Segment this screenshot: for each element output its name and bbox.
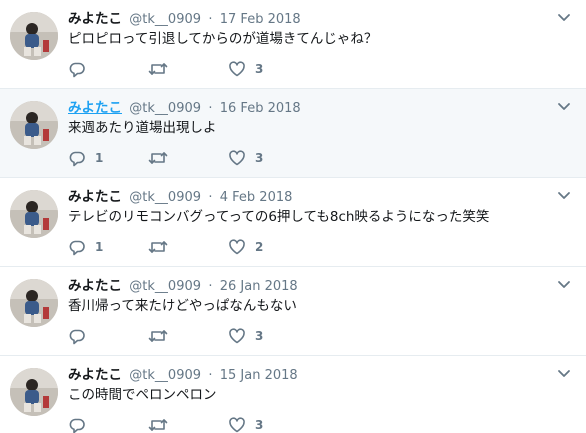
user-handle[interactable]: @tk__0909 [129, 279, 201, 294]
display-name[interactable]: みよたこ [68, 278, 122, 294]
tweet[interactable]: みよたこ @tk__0909 · 15 Jan 2018 この時間でペロンペロン… [0, 356, 586, 433]
like-button[interactable]: 3 [228, 58, 263, 80]
separator-dot: · [208, 12, 213, 27]
retweet-button[interactable] [148, 325, 177, 347]
reply-button[interactable]: 1 [68, 236, 103, 258]
user-handle[interactable]: @tk__0909 [129, 101, 201, 116]
heart-icon [229, 61, 245, 77]
retweet-button[interactable] [148, 414, 177, 433]
reply-count: 1 [95, 151, 104, 165]
tweet-actions: 1 3 [68, 147, 298, 169]
like-button[interactable]: 3 [228, 147, 263, 169]
chevron-down-icon[interactable] [556, 279, 572, 291]
avatar[interactable] [10, 190, 58, 238]
tweet-text: 来週あたり道場出現しよ [68, 120, 217, 136]
like-button[interactable]: 2 [228, 236, 263, 258]
tweet-date[interactable]: 26 Jan 2018 [220, 279, 298, 294]
display-name[interactable]: みよたこ [68, 100, 122, 116]
tweet-header: みよたこ @tk__0909 · 17 Feb 2018 [68, 10, 301, 29]
avatar[interactable] [10, 12, 58, 60]
tweet-timeline: みよたこ @tk__0909 · 17 Feb 2018 ピロピロって引退してか… [0, 0, 586, 433]
tweet-date[interactable]: 16 Feb 2018 [220, 101, 301, 116]
like-count: 3 [255, 418, 264, 432]
retweet-button[interactable] [148, 236, 177, 258]
retweet-button[interactable] [148, 58, 177, 80]
tweet-text: テレビのリモコンバグってっての6押しても8ch映るようになった笑笑 [68, 209, 490, 225]
like-button[interactable]: 3 [228, 414, 263, 433]
heart-icon [229, 150, 245, 166]
chevron-down-icon[interactable] [556, 12, 572, 24]
like-count: 3 [255, 151, 264, 165]
user-handle[interactable]: @tk__0909 [129, 190, 201, 205]
tweet[interactable]: みよたこ @tk__0909 · 17 Feb 2018 ピロピロって引退してか… [0, 0, 586, 89]
separator-dot: · [208, 368, 213, 383]
like-count: 2 [255, 240, 264, 254]
chevron-down-icon[interactable] [556, 190, 572, 202]
retweet-icon [148, 330, 168, 342]
tweet-actions: 3 [68, 414, 298, 433]
tweet-header: みよたこ @tk__0909 · 26 Jan 2018 [68, 277, 298, 296]
retweet-icon [148, 63, 168, 75]
display-name[interactable]: みよたこ [68, 367, 122, 383]
heart-icon [229, 239, 245, 255]
reply-button[interactable] [68, 325, 95, 347]
display-name[interactable]: みよたこ [68, 189, 122, 205]
tweet-text: ピロピロって引退してからのが道場きてんじゃね？ [68, 31, 378, 47]
like-count: 3 [255, 62, 264, 76]
retweet-icon [148, 419, 168, 431]
like-count: 3 [255, 329, 264, 343]
reply-icon [69, 240, 85, 256]
retweet-icon [148, 152, 168, 164]
user-handle[interactable]: @tk__0909 [129, 368, 201, 383]
reply-icon [69, 62, 85, 78]
reply-icon [69, 418, 85, 433]
avatar[interactable] [10, 368, 58, 416]
reply-icon [69, 151, 85, 167]
tweet-date[interactable]: 4 Feb 2018 [220, 190, 293, 205]
tweet[interactable]: みよたこ @tk__0909 · 16 Feb 2018 来週あたり道場出現しよ… [0, 89, 586, 178]
tweet-header: みよたこ @tk__0909 · 4 Feb 2018 [68, 188, 292, 207]
tweet-date[interactable]: 17 Feb 2018 [220, 12, 301, 27]
heart-icon [229, 328, 245, 344]
avatar[interactable] [10, 279, 58, 327]
tweet-actions: 3 [68, 325, 298, 347]
chevron-down-icon[interactable] [556, 101, 572, 113]
reply-button[interactable]: 1 [68, 147, 103, 169]
tweet-text: この時間でペロンペロン [68, 387, 217, 403]
separator-dot: · [208, 190, 213, 205]
display-name[interactable]: みよたこ [68, 11, 122, 27]
tweet[interactable]: みよたこ @tk__0909 · 4 Feb 2018 テレビのリモコンバグって… [0, 178, 586, 267]
avatar[interactable] [10, 101, 58, 149]
reply-button[interactable] [68, 58, 95, 80]
tweet-actions: 1 2 [68, 236, 298, 258]
retweet-button[interactable] [148, 147, 177, 169]
like-button[interactable]: 3 [228, 325, 263, 347]
tweet-header: みよたこ @tk__0909 · 15 Jan 2018 [68, 366, 298, 385]
heart-icon [229, 417, 245, 433]
separator-dot: · [208, 101, 213, 116]
tweet-text: 香川帰って来たけどやっぱなんもない [68, 298, 297, 314]
tweet-date[interactable]: 15 Jan 2018 [220, 368, 298, 383]
chevron-down-icon[interactable] [556, 368, 572, 380]
separator-dot: · [208, 279, 213, 294]
retweet-icon [148, 241, 168, 253]
tweet[interactable]: みよたこ @tk__0909 · 26 Jan 2018 香川帰って来たけどやっ… [0, 267, 586, 356]
tweet-header: みよたこ @tk__0909 · 16 Feb 2018 [68, 99, 301, 118]
reply-button[interactable] [68, 414, 95, 433]
user-handle[interactable]: @tk__0909 [129, 12, 201, 27]
tweet-actions: 3 [68, 58, 298, 80]
reply-count: 1 [95, 240, 104, 254]
reply-icon [69, 329, 85, 345]
